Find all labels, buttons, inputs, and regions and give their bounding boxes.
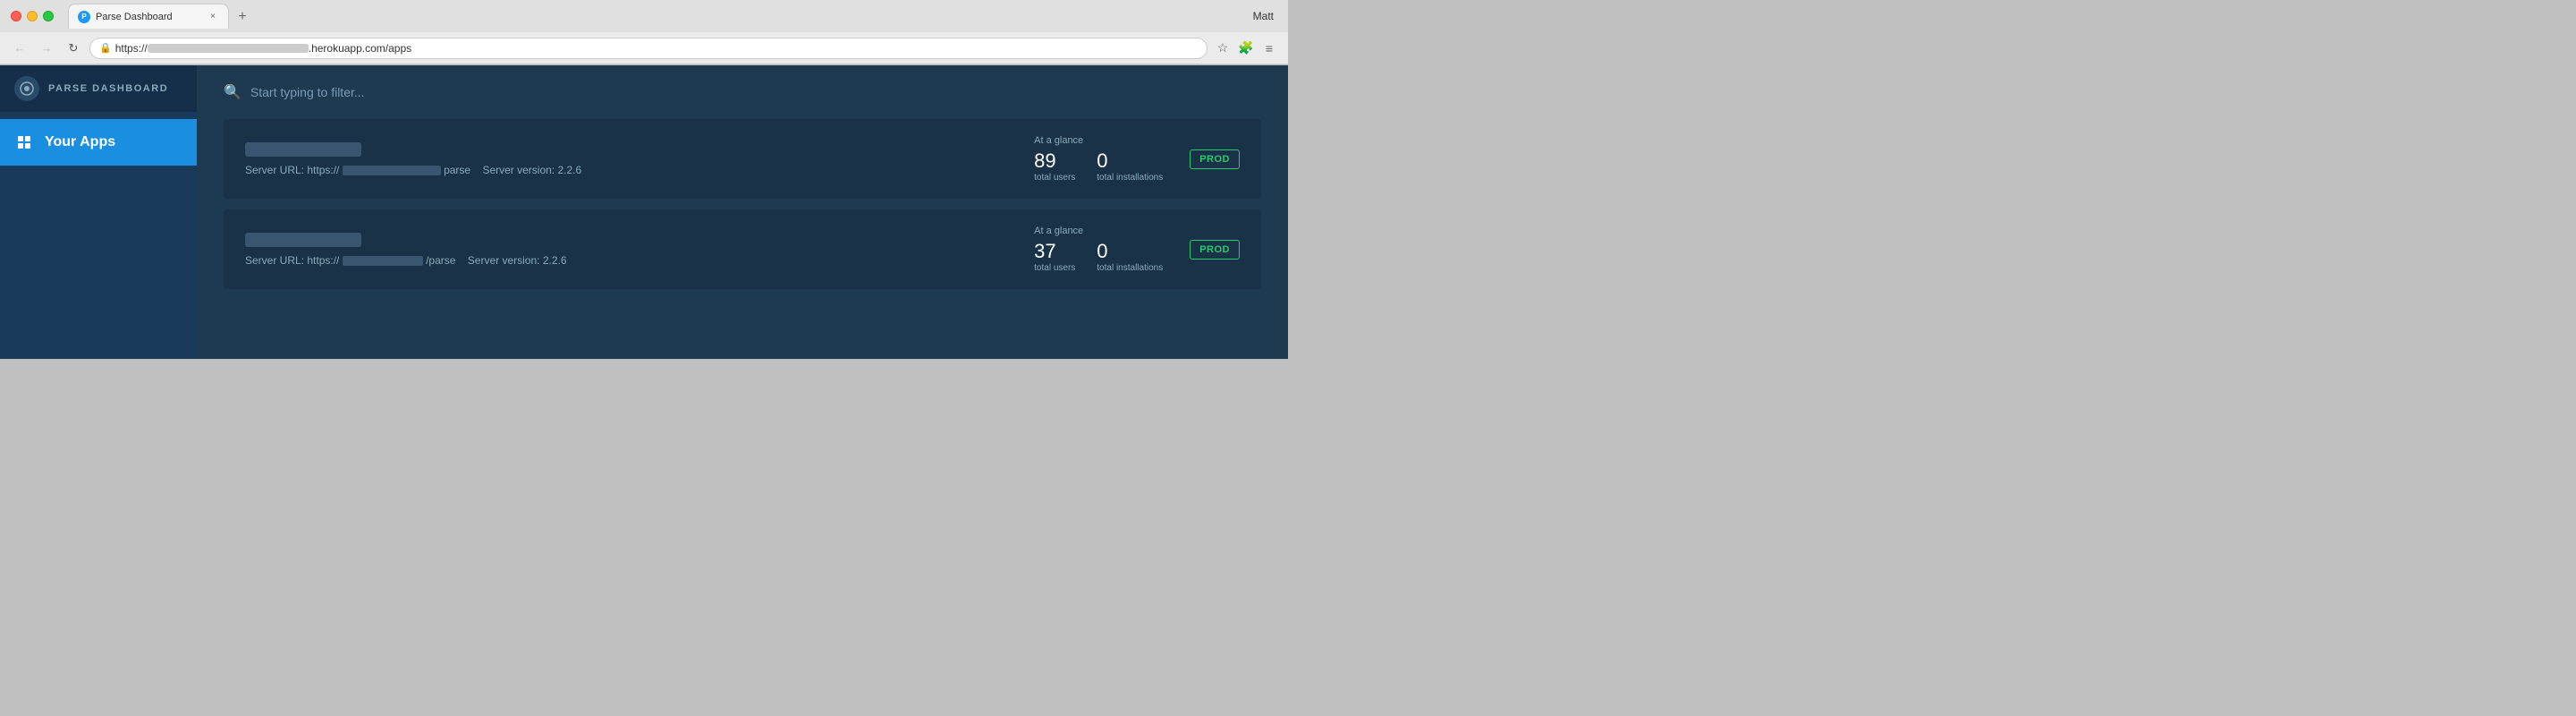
app-card-left: Server URL: https:// parse Server versio… [245, 142, 1034, 176]
active-tab[interactable]: P Parse Dashboard × [68, 4, 229, 29]
app-meta: Server URL: https:// parse Server versio… [245, 164, 1034, 176]
total-installations-stat: 0 total installations [1097, 151, 1163, 183]
new-tab-button[interactable]: + [231, 5, 254, 29]
address-redacted [148, 44, 309, 53]
total-installations-label: total installations [1097, 173, 1163, 183]
total-installations-stat: 0 total installations [1097, 242, 1163, 273]
total-installations-label: total installations [1097, 263, 1163, 273]
app-card-left: Server URL: https:// /parse Server versi… [245, 233, 1034, 267]
address-prefix: https:// [115, 42, 148, 55]
traffic-lights [11, 11, 54, 21]
app-card[interactable]: Server URL: https:// parse Server versio… [224, 119, 1261, 199]
user-label: Matt [1253, 10, 1277, 22]
titlebar: P Parse Dashboard × + Matt [0, 0, 1288, 32]
at-a-glance-label: At a glance [1034, 226, 1163, 236]
menu-icon[interactable]: ≡ [1259, 38, 1279, 58]
filter-bar: 🔍 [224, 83, 1261, 101]
at-a-glance: At a glance 89 total users 0 total insta… [1034, 135, 1163, 183]
browser-toolbar: ← → ↻ 🔒 https:// .herokuapp.com/apps ☆ 🧩 … [0, 32, 1288, 64]
total-installations-number: 0 [1097, 242, 1163, 261]
close-button[interactable] [11, 11, 21, 21]
browser-chrome: P Parse Dashboard × + Matt ← → ↻ 🔒 https… [0, 0, 1288, 65]
address-bar[interactable]: 🔒 https:// .herokuapp.com/apps [89, 38, 1208, 59]
server-url-suffix: parse [444, 164, 470, 176]
at-a-glance-stats: 37 total users 0 total installations [1034, 242, 1163, 273]
app-name-redacted [245, 142, 361, 157]
tab-favicon: P [78, 11, 90, 23]
sidebar-item-label: Your Apps [45, 134, 115, 150]
app-name [245, 233, 1034, 247]
app-name-redacted [245, 233, 361, 247]
fullscreen-button[interactable] [43, 11, 54, 21]
server-version-label: Server version: [482, 164, 555, 176]
prod-badge: PROD [1190, 240, 1240, 260]
total-installations-number: 0 [1097, 151, 1163, 171]
at-a-glance-label: At a glance [1034, 135, 1163, 146]
at-a-glance: At a glance 37 total users 0 total insta… [1034, 226, 1163, 273]
app-card[interactable]: Server URL: https:// /parse Server versi… [224, 209, 1261, 289]
reload-button[interactable]: ↻ [63, 38, 84, 59]
parse-logo-icon [14, 76, 39, 101]
main-content: 🔍 Server URL: https:// parse Server vers… [197, 65, 1288, 359]
total-users-label: total users [1034, 173, 1075, 183]
server-version: 2.2.6 [543, 254, 567, 267]
tab-close-button[interactable]: × [207, 11, 219, 23]
tab-title: Parse Dashboard [96, 12, 201, 22]
total-users-stat: 89 total users [1034, 151, 1075, 183]
app-card-right: At a glance 89 total users 0 total insta… [1034, 135, 1240, 183]
forward-button[interactable]: → [36, 38, 57, 59]
address-text: https:// .herokuapp.com/apps [115, 42, 1198, 55]
tab-bar: P Parse Dashboard × + [68, 4, 254, 29]
total-users-number: 37 [1034, 242, 1075, 261]
server-url-prefix: Server URL: https:// [245, 164, 339, 176]
server-url-redacted [343, 256, 423, 266]
prod-badge: PROD [1190, 149, 1240, 169]
minimize-button[interactable] [27, 11, 38, 21]
app-meta: Server URL: https:// /parse Server versi… [245, 254, 1034, 267]
server-url-redacted [343, 166, 441, 175]
bookmark-icon[interactable]: ☆ [1213, 38, 1233, 58]
total-users-label: total users [1034, 263, 1075, 273]
app-container: PARSE DASHBOARD Your Apps 🔍 [0, 65, 1288, 359]
server-version-label: Server version: [468, 254, 540, 267]
apps-grid-icon [14, 132, 34, 152]
back-button[interactable]: ← [9, 38, 30, 59]
server-version: 2.2.6 [557, 164, 581, 176]
app-name [245, 142, 1034, 157]
app-card-right: At a glance 37 total users 0 total insta… [1034, 226, 1240, 273]
search-icon: 🔍 [224, 83, 242, 101]
total-users-number: 89 [1034, 151, 1075, 171]
toolbar-icons: ☆ 🧩 ≡ [1213, 38, 1279, 58]
sidebar-header: PARSE DASHBOARD [0, 65, 197, 112]
sidebar-nav: Your Apps [0, 112, 197, 173]
server-url-suffix: /parse [426, 254, 455, 267]
sidebar-item-your-apps[interactable]: Your Apps [0, 119, 197, 166]
total-users-stat: 37 total users [1034, 242, 1075, 273]
address-suffix: .herokuapp.com/apps [309, 42, 411, 55]
sidebar-logo-text: PARSE DASHBOARD [48, 83, 168, 94]
server-url-prefix: Server URL: https:// [245, 254, 339, 267]
filter-input[interactable] [250, 85, 519, 99]
at-a-glance-stats: 89 total users 0 total installations [1034, 151, 1163, 183]
https-lock-icon: 🔒 [99, 42, 112, 54]
extensions-icon[interactable]: 🧩 [1236, 38, 1256, 58]
sidebar: PARSE DASHBOARD Your Apps [0, 65, 197, 359]
